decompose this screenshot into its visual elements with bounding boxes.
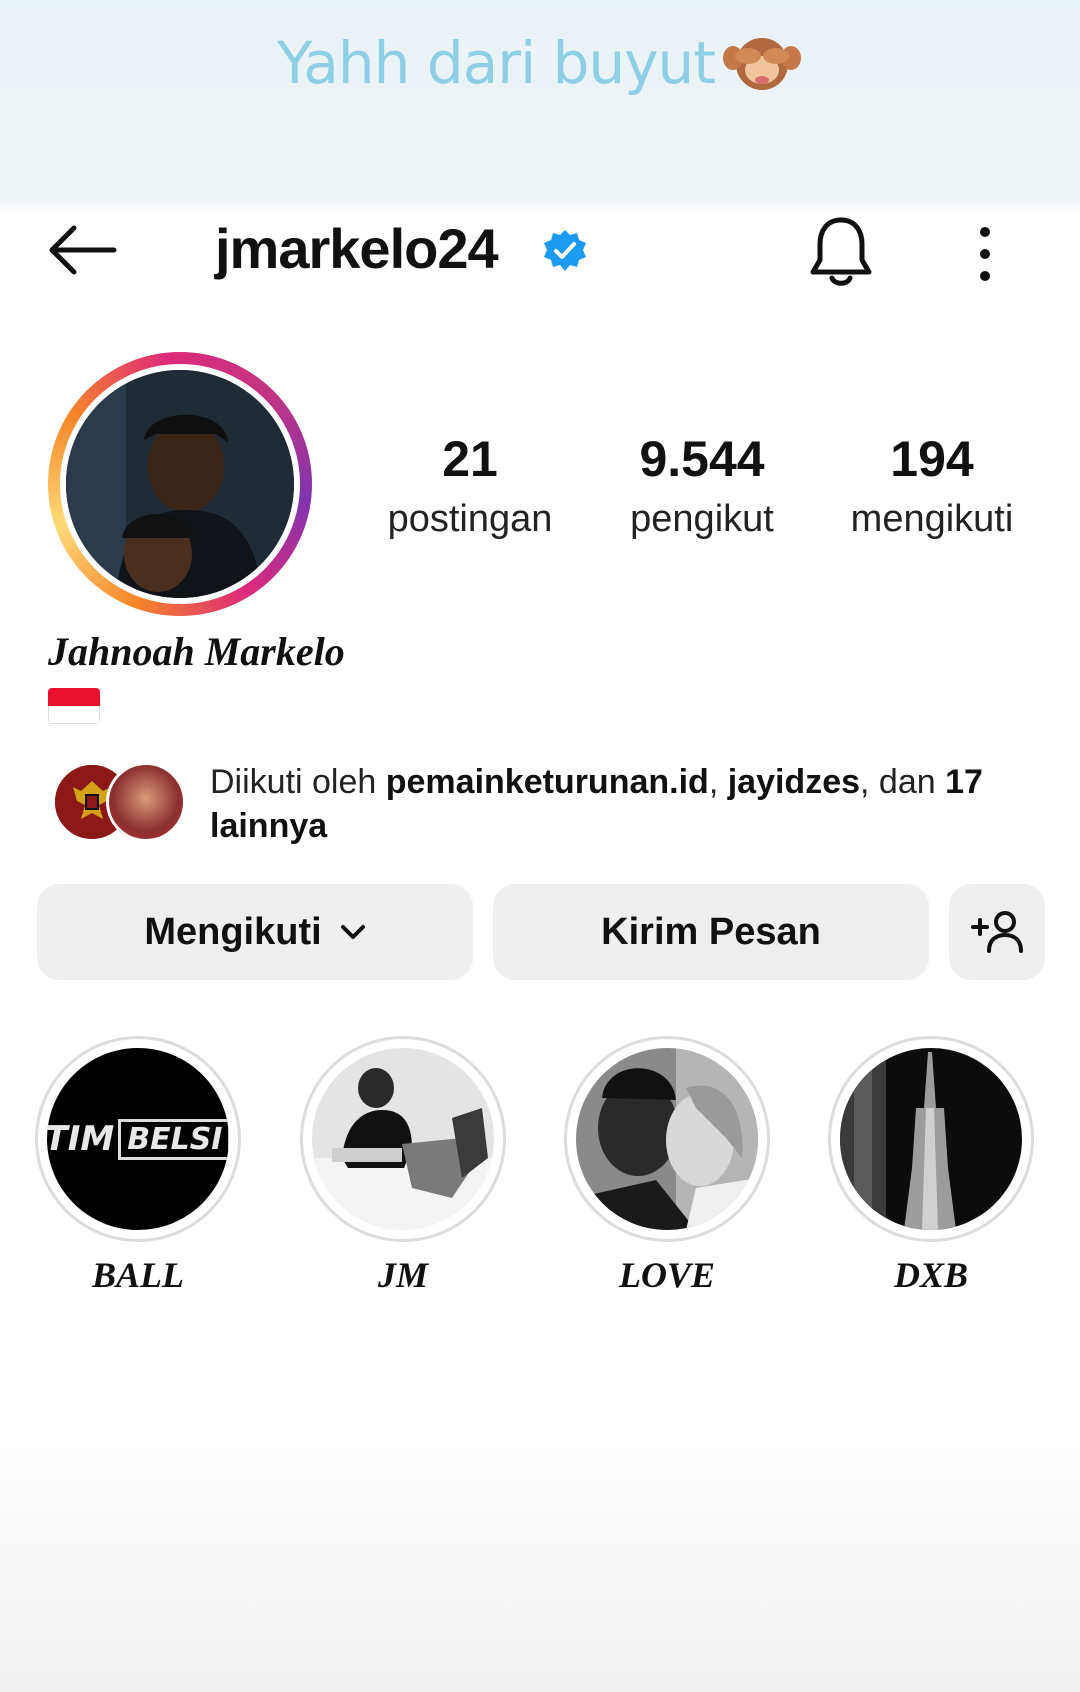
- see-no-evil-monkey-icon: [721, 28, 803, 106]
- posts-label: postingan: [387, 498, 553, 540]
- following-dropdown-button[interactable]: Mengikuti: [37, 884, 473, 980]
- suggest-people-button[interactable]: [949, 884, 1045, 980]
- cover-text-b: BELSI: [118, 1118, 229, 1160]
- highlight-cover-photo: [576, 1048, 758, 1230]
- indonesia-flag-icon: [48, 688, 100, 724]
- followed-user-link[interactable]: pemainketurunan.id: [386, 763, 709, 801]
- username-title: jmarkelo24: [215, 217, 499, 280]
- follower-avatar-jayidzes: [106, 762, 186, 842]
- highlight-cover-photo: [312, 1048, 494, 1230]
- send-message-label: Kirim Pesan: [601, 910, 821, 953]
- bell-icon[interactable]: [808, 214, 874, 290]
- followed-by-suffix[interactable]: lainnya: [210, 807, 327, 845]
- cover-text-a: TIM: [47, 1119, 115, 1159]
- followed-by-text: Diikuti oleh pemainketurunan.id, jayidze…: [210, 760, 1040, 848]
- highlight-love[interactable]: LOVE: [562, 1036, 772, 1296]
- highlight-label: DXB: [893, 1255, 969, 1295]
- followers-stat[interactable]: 9.544 pengikut: [592, 430, 812, 541]
- followed-user-link[interactable]: jayidzes: [728, 763, 860, 801]
- avatar-photo: [66, 370, 294, 598]
- more-options-icon[interactable]: [970, 224, 1000, 284]
- highlight-label: JM: [377, 1255, 428, 1295]
- following-count: 194: [890, 431, 974, 487]
- followed-by-prefix: Diikuti oleh: [210, 763, 386, 801]
- highlight-dxb[interactable]: DXB: [826, 1036, 1036, 1296]
- back-arrow-icon[interactable]: [44, 220, 120, 280]
- profile-header: jmarkelo24: [0, 210, 1080, 290]
- following-button-label: Mengikuti: [144, 910, 322, 953]
- story-highlights: TIM BELSI BALL JM LOVE DXB: [0, 1036, 1080, 1296]
- followed-by-middle: , dan: [860, 763, 946, 801]
- followers-label: pengikut: [630, 498, 774, 540]
- following-label: mengikuti: [850, 498, 1014, 540]
- followed-by-separator: ,: [708, 763, 728, 801]
- highlight-cover-logo: TIM BELSI: [47, 1048, 229, 1230]
- highlight-jm[interactable]: JM: [298, 1036, 508, 1296]
- posts-stat[interactable]: 21 postingan: [360, 430, 580, 541]
- followers-count: 9.544: [639, 431, 765, 487]
- highlight-label: LOVE: [618, 1255, 715, 1295]
- verified-badge-icon: [544, 230, 586, 271]
- story-caption: Yahh dari buyut: [0, 28, 1080, 108]
- profile-full-name: Jahnoah Markelo: [48, 629, 345, 674]
- send-message-button[interactable]: Kirim Pesan: [493, 884, 929, 980]
- followed-count[interactable]: 17: [945, 763, 983, 801]
- following-stat[interactable]: 194 mengikuti: [822, 430, 1042, 541]
- highlight-ball[interactable]: TIM BELSI BALL: [33, 1036, 243, 1296]
- chevron-down-icon: [340, 925, 365, 939]
- story-caption-text: Yahh dari buyut: [276, 29, 716, 98]
- highlight-label: BALL: [91, 1255, 184, 1295]
- profile-stats: 21 postingan 9.544 pengikut 194 mengikut…: [360, 430, 1050, 550]
- profile-avatar[interactable]: [48, 352, 312, 616]
- highlight-cover-photo: [840, 1048, 1022, 1230]
- add-person-icon: [971, 911, 1023, 953]
- followed-by[interactable]: Diikuti oleh pemainketurunan.id, jayidze…: [48, 758, 1048, 848]
- posts-count: 21: [442, 431, 498, 487]
